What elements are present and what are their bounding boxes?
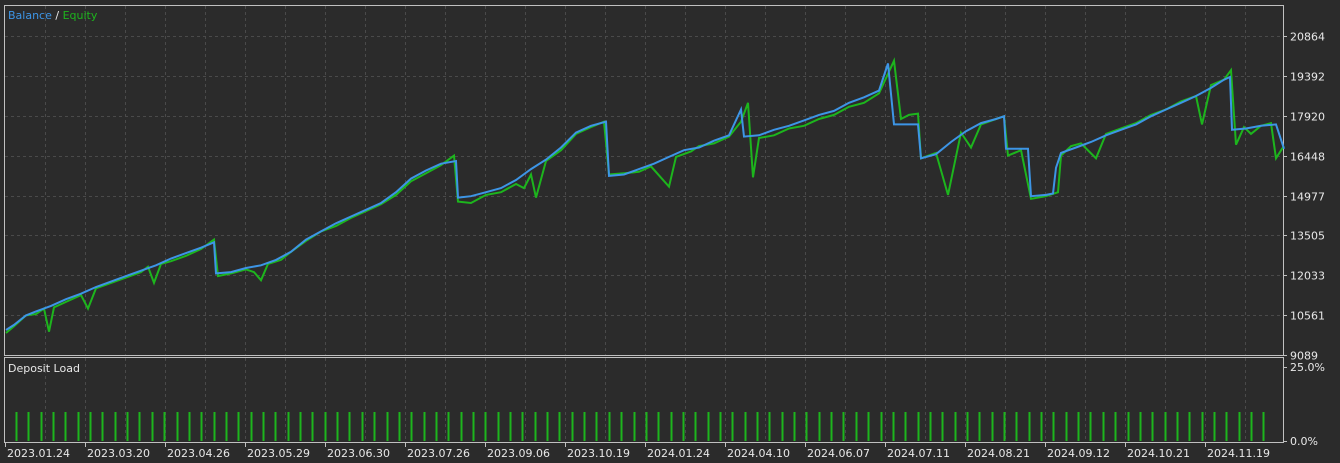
deposit-load-frame xyxy=(4,357,1284,443)
deposit-y-tick-label: 0.0% xyxy=(1290,435,1318,448)
deposit-y-ticks: 25.0% 0.0% xyxy=(1283,361,1325,448)
chart-svg: Balance / Equity Deposit Load 20864 19392… xyxy=(4,5,1325,460)
title-separator: / xyxy=(52,9,63,22)
x-tick-label: 2024.11.19 xyxy=(1207,447,1270,460)
y-axis-ticks: 20864 19392 17920 16448 14977 13505 12033 10561… xyxy=(1283,31,1325,363)
y-tick-label: 13505 xyxy=(1290,230,1325,243)
x-tick-label: 2024.04.10 xyxy=(727,447,790,460)
x-tick-label: 2024.06.07 xyxy=(807,447,870,460)
x-tick-label: 2024.07.11 xyxy=(887,447,950,460)
title-balance: Balance xyxy=(8,9,52,22)
title-equity: Equity xyxy=(63,9,98,22)
x-tick-label: 2023.01.24 xyxy=(7,447,70,460)
x-tick-label: 2023.09.06 xyxy=(487,447,550,460)
deposit-y-tick-label: 25.0% xyxy=(1290,361,1325,374)
x-tick-label: 2024.10.21 xyxy=(1127,447,1190,460)
x-tick-label: 2023.07.26 xyxy=(407,447,470,460)
x-axis-ticks: 2023.01.24 2023.03.20 2023.04.26 2023.05.29… xyxy=(5,442,1270,460)
y-tick-label: 10561 xyxy=(1290,310,1325,323)
chart-title: Balance / Equity xyxy=(8,9,98,22)
y-tick-label: 16448 xyxy=(1290,151,1325,164)
y-tick-label: 17920 xyxy=(1290,111,1325,124)
y-tick-label: 14977 xyxy=(1290,191,1325,204)
x-tick-label: 2023.10.19 xyxy=(567,447,630,460)
x-tick-label: 2023.06.30 xyxy=(327,447,390,460)
x-tick-label: 2024.09.12 xyxy=(1047,447,1110,460)
x-tick-label: 2024.08.21 xyxy=(967,447,1030,460)
x-tick-label: 2023.03.20 xyxy=(87,447,150,460)
y-tick-label: 19392 xyxy=(1290,71,1325,84)
x-tick-label: 2024.01.24 xyxy=(647,447,710,460)
main-plot-frame xyxy=(4,5,1284,356)
x-tick-label: 2023.04.26 xyxy=(167,447,230,460)
y-tick-label: 20864 xyxy=(1290,31,1325,44)
x-tick-label: 2023.05.29 xyxy=(247,447,310,460)
y-tick-label: 12033 xyxy=(1290,270,1325,283)
deposit-load-title: Deposit Load xyxy=(8,362,80,375)
